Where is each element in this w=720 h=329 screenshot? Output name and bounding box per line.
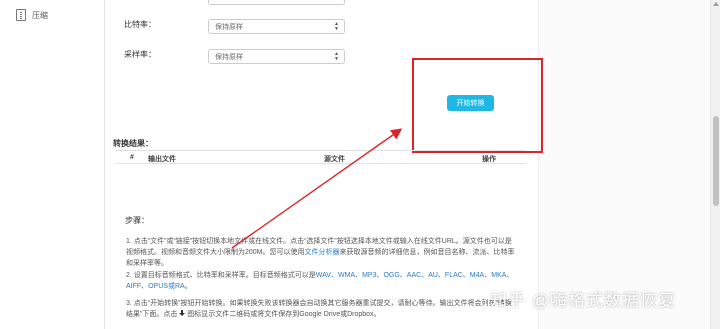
annotation-arrow — [231, 128, 403, 249]
arrow-line — [231, 128, 403, 249]
watermark: 知乎 @嗨格式数据恢复 — [490, 291, 676, 310]
